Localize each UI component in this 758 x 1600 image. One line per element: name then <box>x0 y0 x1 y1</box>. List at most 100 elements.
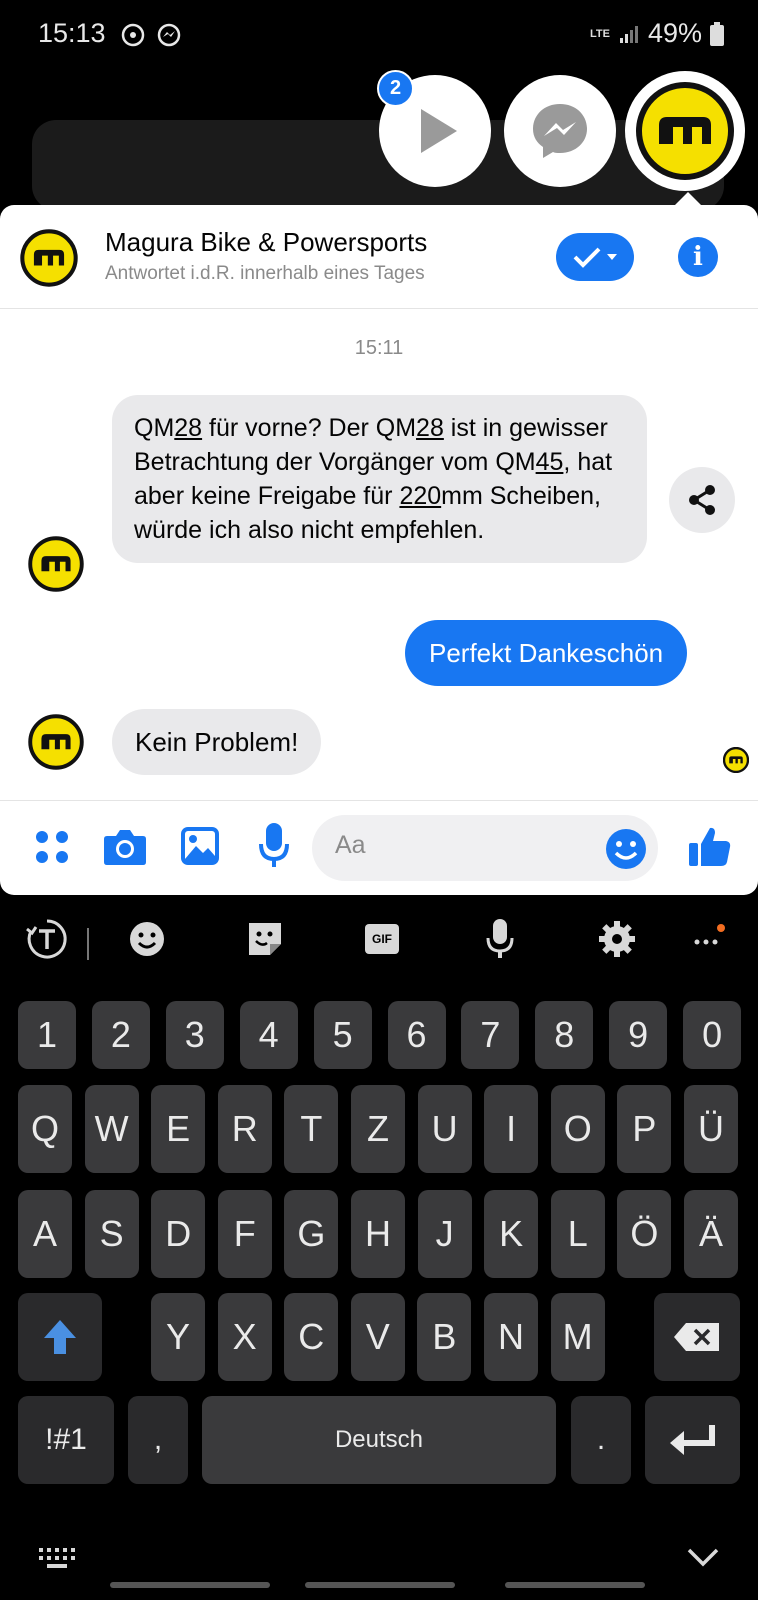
gif-icon[interactable]: GIF <box>358 915 406 963</box>
microphone-icon[interactable] <box>258 822 290 868</box>
key-o[interactable]: O <box>550 1085 605 1173</box>
voice-input-icon[interactable] <box>476 915 524 963</box>
message-number-link[interactable]: 45 <box>536 448 564 476</box>
text-translate-icon[interactable] <box>23 915 71 963</box>
key-7[interactable]: 7 <box>461 1001 520 1069</box>
key-8[interactable]: 8 <box>535 1001 594 1069</box>
key-ö[interactable]: Ö <box>617 1190 672 1278</box>
key-g[interactable]: G <box>284 1190 339 1278</box>
like-icon[interactable] <box>688 824 732 868</box>
comma-key[interactable]: , <box>128 1396 188 1484</box>
battery-icon <box>710 21 724 46</box>
keyboard-switch-icon[interactable] <box>38 1546 76 1572</box>
key-1[interactable]: 1 <box>18 1001 76 1069</box>
key-ü[interactable]: Ü <box>684 1085 738 1173</box>
status-right: LTE 49% <box>590 18 724 49</box>
sticker-icon[interactable] <box>241 915 289 963</box>
message-input-placeholder: Aa <box>335 831 366 859</box>
response-time: Antwortet i.d.R. innerhalb eines Tages <box>105 263 425 284</box>
key-y[interactable]: Y <box>151 1293 205 1381</box>
settings-gear-icon[interactable] <box>593 915 641 963</box>
battery-percent: 49% <box>647 18 702 48</box>
backspace-key[interactable] <box>654 1293 740 1381</box>
sender-avatar <box>28 714 84 770</box>
key-m[interactable]: M <box>550 1293 605 1381</box>
key-z[interactable]: Z <box>351 1085 405 1173</box>
contact-name[interactable]: Magura Bike & Powersports <box>105 227 427 258</box>
toolbar-divider <box>87 928 89 960</box>
key-5[interactable]: 5 <box>313 1001 372 1069</box>
message-number-link[interactable]: 220 <box>399 482 441 510</box>
key-ä[interactable]: Ä <box>684 1190 738 1278</box>
emoji-keyboard-icon[interactable] <box>123 915 171 963</box>
key-3[interactable]: 3 <box>165 1001 224 1069</box>
network-type: LTE <box>589 27 610 40</box>
key-6[interactable]: 6 <box>387 1001 446 1069</box>
shift-key[interactable] <box>18 1293 102 1381</box>
message-incoming-2[interactable]: Kein Problem! <box>112 709 322 775</box>
signal-icon <box>619 25 638 43</box>
key-2[interactable]: 2 <box>91 1001 150 1069</box>
key-j[interactable]: J <box>417 1190 472 1278</box>
key-k[interactable]: K <box>484 1190 539 1278</box>
key-l[interactable]: L <box>550 1190 605 1278</box>
key-s[interactable]: S <box>84 1190 139 1278</box>
key-u[interactable]: U <box>417 1085 472 1173</box>
more-apps-icon[interactable] <box>33 828 71 866</box>
key-i[interactable]: I <box>484 1085 539 1173</box>
more-options-icon[interactable] <box>684 915 732 963</box>
key-x[interactable]: X <box>217 1293 272 1381</box>
key-h[interactable]: H <box>351 1190 405 1278</box>
gif-label: GIF <box>365 924 399 954</box>
key-n[interactable]: N <box>484 1293 538 1381</box>
camera-icon[interactable] <box>103 826 147 866</box>
key-v[interactable]: V <box>350 1293 405 1381</box>
shazam-icon <box>121 23 145 47</box>
gallery-icon[interactable] <box>180 826 220 866</box>
key-d[interactable]: D <box>151 1190 206 1278</box>
messenger-icon <box>533 104 587 158</box>
key-q[interactable]: Q <box>18 1085 72 1173</box>
enter-icon <box>669 1425 715 1455</box>
chat-head-messenger[interactable] <box>504 75 616 187</box>
enter-key[interactable] <box>645 1396 740 1484</box>
period-key[interactable]: . <box>571 1396 631 1484</box>
chevron-down-icon <box>607 254 617 260</box>
message-number-link[interactable]: 28 <box>174 414 202 442</box>
nav-home[interactable] <box>305 1582 455 1588</box>
read-receipt-avatar <box>723 747 749 773</box>
key-r[interactable]: R <box>217 1085 272 1173</box>
key-4[interactable]: 4 <box>239 1001 298 1069</box>
checkmark-icon <box>573 247 601 268</box>
share-button[interactable] <box>669 467 735 533</box>
key-f[interactable]: F <box>217 1190 272 1278</box>
key-a[interactable]: A <box>18 1190 72 1278</box>
key-p[interactable]: P <box>617 1085 672 1173</box>
emoji-icon[interactable] <box>605 828 647 870</box>
key-w[interactable]: W <box>84 1085 139 1173</box>
space-key[interactable]: Deutsch <box>202 1396 556 1484</box>
key-b[interactable]: B <box>417 1293 472 1381</box>
symbols-key[interactable]: !#1 <box>18 1396 114 1484</box>
info-icon[interactable]: i <box>678 237 718 277</box>
key-9[interactable]: 9 <box>609 1001 668 1069</box>
message-incoming-1[interactable]: QM28 für vorne? Der QM28 ist in gewisser… <box>112 395 647 563</box>
message-text: für vorne? Der QM <box>202 414 417 442</box>
mark-done-button[interactable] <box>556 233 634 281</box>
nav-recents[interactable] <box>110 1582 270 1588</box>
message-text: QM <box>134 414 175 442</box>
hide-keyboard-chevron-icon[interactable] <box>687 1546 719 1568</box>
messenger-notification-icon <box>157 23 181 47</box>
key-t[interactable]: T <box>284 1085 339 1173</box>
nav-back[interactable] <box>505 1582 645 1588</box>
contact-avatar[interactable] <box>20 229 78 287</box>
unread-badge: 2 <box>377 70 414 107</box>
chat-header: Magura Bike & Powersports Antwortet i.d.… <box>0 205 758 309</box>
key-c[interactable]: C <box>284 1293 339 1381</box>
share-icon <box>689 485 715 515</box>
chat-head-magura[interactable] <box>629 75 741 187</box>
key-e[interactable]: E <box>151 1085 206 1173</box>
message-outgoing[interactable]: Perfekt Dankeschön <box>405 620 688 686</box>
key-0[interactable]: 0 <box>683 1001 742 1069</box>
message-number-link[interactable]: 28 <box>416 414 444 442</box>
